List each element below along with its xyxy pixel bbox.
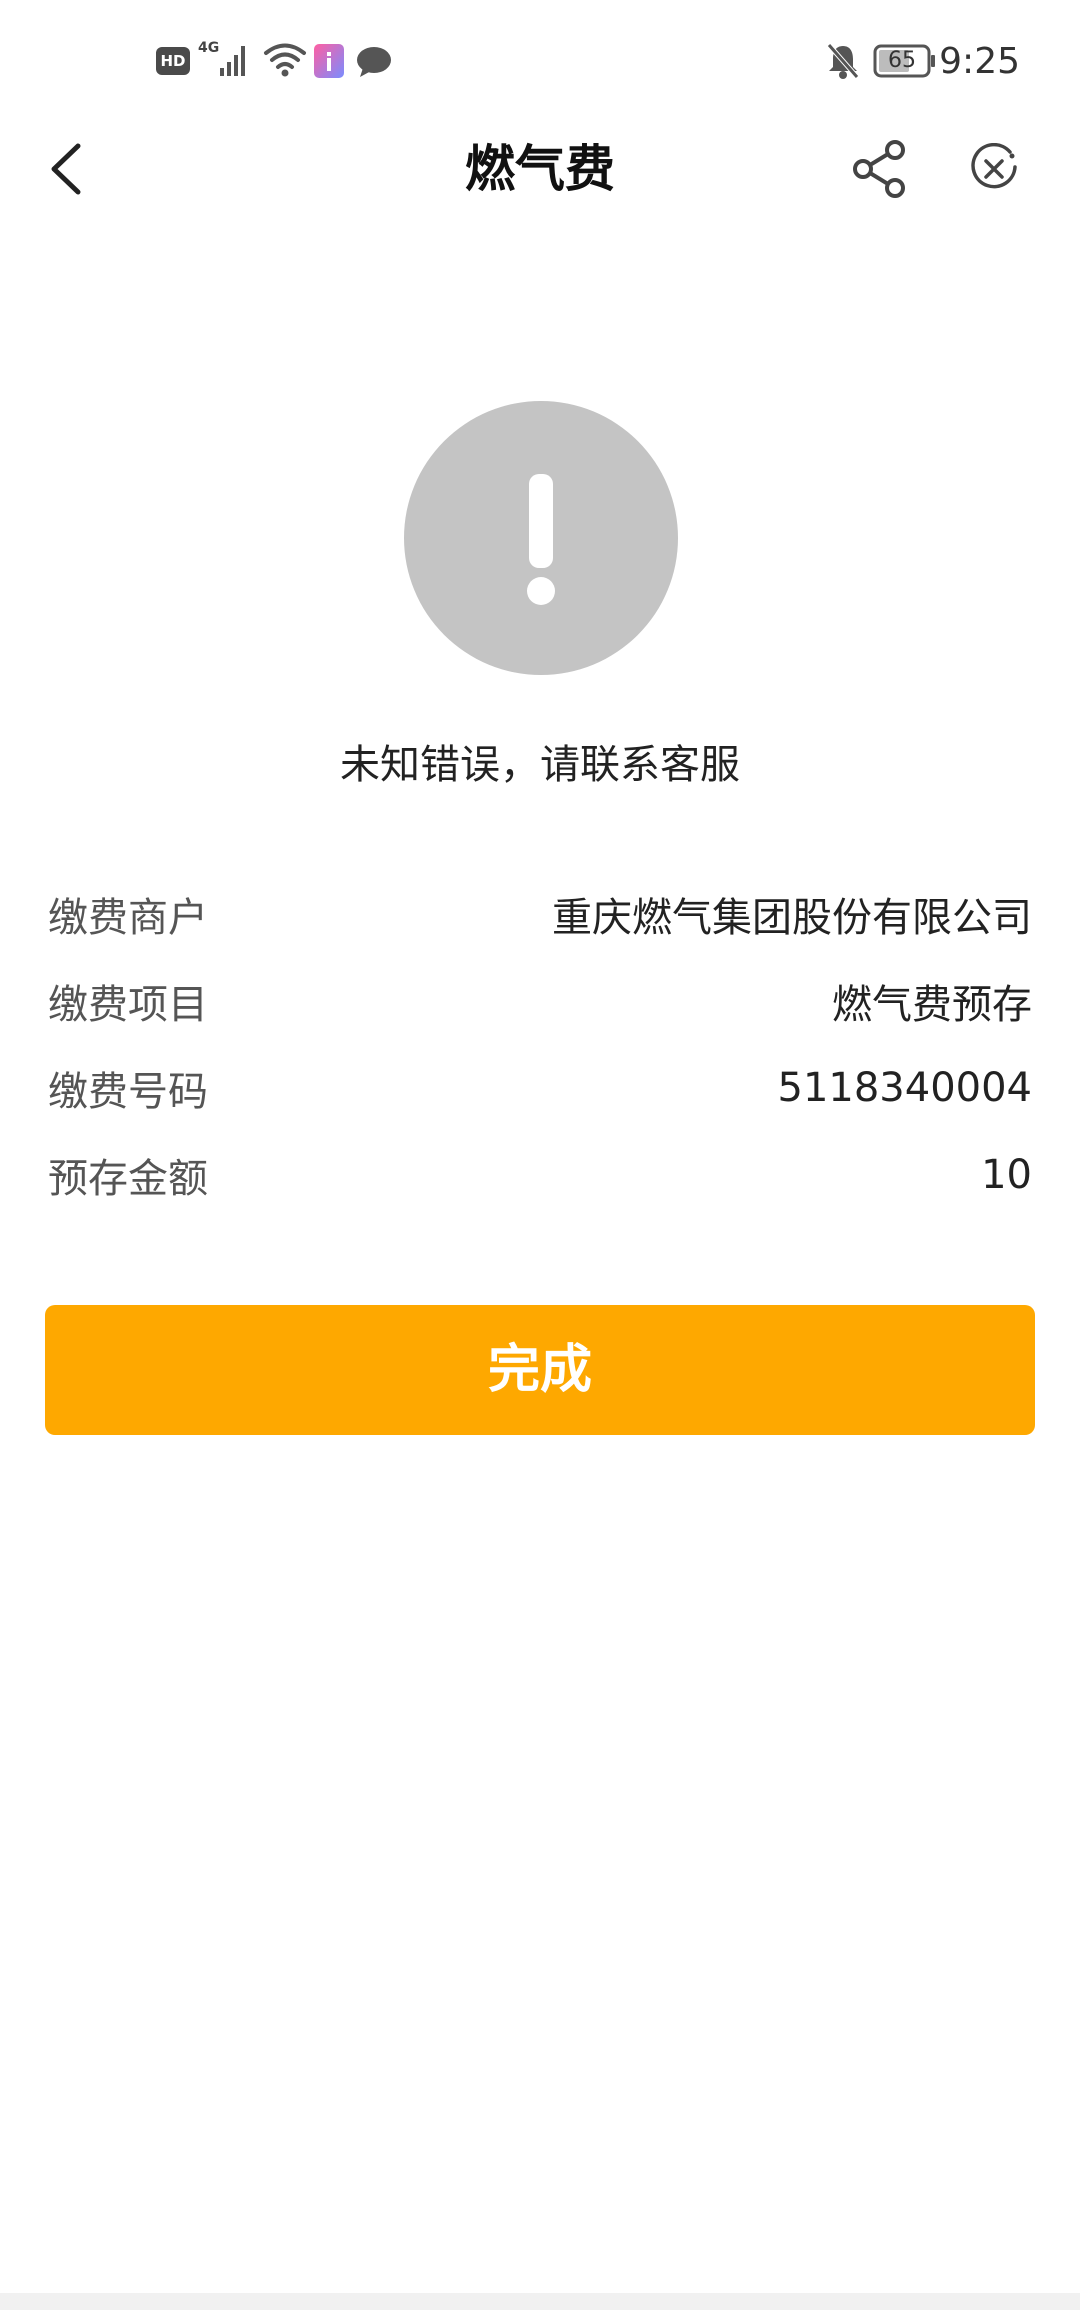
message-icon [356,46,392,78]
battery-level: 65 [888,48,916,73]
hd-icon: HD [156,47,190,75]
mute-bell-icon [826,42,860,80]
back-icon [51,143,81,195]
detail-row-merchant: 缴费商户 重庆燃气集团股份有限公司 [48,870,1032,957]
close-icon [971,143,1017,189]
detail-value: 5118340004 [777,1064,1033,1111]
detail-row-item: 缴费项目 燃气费预存 [48,957,1032,1044]
error-status-icon [404,401,678,675]
detail-label: 缴费项目 [48,981,208,1028]
exclamation-icon [527,474,555,605]
detail-label: 缴费号码 [48,1068,208,1115]
detail-value: 重庆燃气集团股份有限公司 [552,894,1032,941]
app-notification-icon [314,44,344,78]
detail-row-amount: 预存金额 10 [48,1131,1032,1218]
wifi-icon [263,42,307,78]
result-message: 未知错误，请联系客服 [340,742,740,788]
payment-details: 缴费商户 重庆燃气集团股份有限公司 缴费项目 燃气费预存 缴费号码 511834… [48,870,1032,1218]
status-bar: HD 4G 65 9:25 [0,0,1080,124]
detail-label: 缴费商户 [48,894,208,941]
signal-icon: 4G [198,40,250,80]
close-button[interactable] [962,136,1026,202]
payment-result-page: HD 4G 65 9:25 燃气费 未知错误，请联系客服 缴费商户 重庆燃气集团… [0,0,1080,2310]
share-icon [853,140,905,198]
detail-value: 燃气费预存 [832,981,1032,1028]
back-button[interactable] [36,136,96,202]
share-button[interactable] [848,136,912,202]
detail-row-account-number: 缴费号码 5118340004 [48,1044,1032,1131]
battery-icon: 65 [873,44,937,78]
detail-value: 10 [981,1151,1032,1198]
nav-bar: 燃气费 [0,124,1080,214]
detail-label: 预存金额 [48,1155,208,1202]
clock: 9:25 [939,41,1020,82]
bottom-divider [0,2293,1080,2310]
page-title: 燃气费 [465,140,615,198]
done-button[interactable]: 完成 [45,1305,1035,1435]
